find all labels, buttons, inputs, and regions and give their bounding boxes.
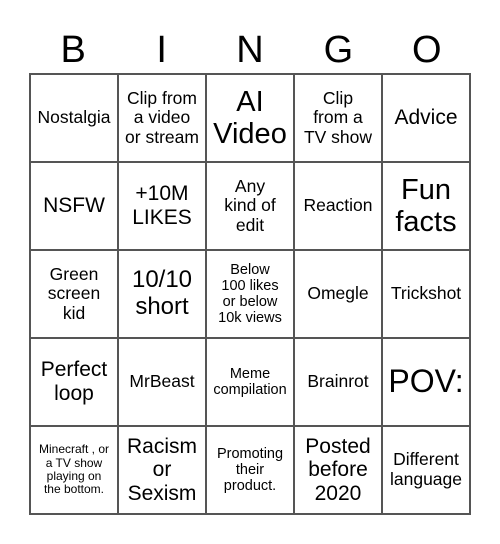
bingo-grid: Nostalgia Clip from a video or stream AI V… [29, 73, 471, 515]
bingo-cell[interactable]: Brainrot [294, 338, 382, 426]
bingo-cell[interactable]: Advice [382, 74, 470, 162]
bingo-cell[interactable]: Different language [382, 426, 470, 514]
bingo-cell[interactable]: AI Video [206, 74, 294, 162]
bingo-header: B I N G O [29, 30, 471, 70]
bingo-cell[interactable]: Trickshot [382, 250, 470, 338]
bingo-cell[interactable]: Any kind of edit [206, 162, 294, 250]
bingo-cell[interactable]: Minecraft , or a TV show playing on the … [30, 426, 118, 514]
header-letter-b: B [60, 29, 86, 71]
bingo-cell[interactable]: Below 100 likes or below 10k views [206, 250, 294, 338]
bingo-cell[interactable]: Clip from a video or stream [118, 74, 206, 162]
bingo-cell[interactable]: +10M LIKES [118, 162, 206, 250]
header-letter-o: O [412, 29, 442, 71]
bingo-cell[interactable]: Perfect loop [30, 338, 118, 426]
bingo-cell[interactable]: NSFW [30, 162, 118, 250]
bingo-cell[interactable]: Posted before 2020 [294, 426, 382, 514]
bingo-cell[interactable]: Nostalgia [30, 74, 118, 162]
bingo-cell[interactable]: Clip from a TV show [294, 74, 382, 162]
bingo-cell[interactable]: 10/10 short [118, 250, 206, 338]
bingo-cell[interactable]: Racism or Sexism [118, 426, 206, 514]
bingo-cell[interactable]: Green screen kid [30, 250, 118, 338]
bingo-cell[interactable]: Omegle [294, 250, 382, 338]
bingo-cell[interactable]: Meme compilation [206, 338, 294, 426]
header-letter-i: I [156, 29, 167, 71]
bingo-cell[interactable]: Reaction [294, 162, 382, 250]
header-letter-g: G [323, 29, 354, 71]
header-letter-n: N [236, 29, 264, 71]
bingo-cell[interactable]: Fun facts [382, 162, 470, 250]
bingo-cell[interactable]: Promoting their product. [206, 426, 294, 514]
bingo-cell[interactable]: MrBeast [118, 338, 206, 426]
bingo-cell[interactable]: POV: [382, 338, 470, 426]
